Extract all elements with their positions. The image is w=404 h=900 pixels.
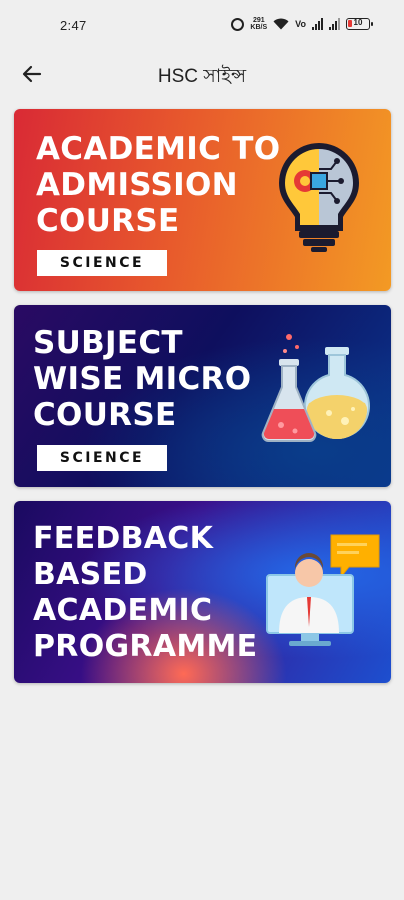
status-icons: 291 KB/S Vo 10	[231, 17, 373, 31]
lab-flasks-icon	[261, 334, 370, 442]
volte-indicator: Vo	[295, 19, 306, 29]
card-title: FEEDBACK BASED ACADEMIC PROGRAMME	[33, 521, 258, 664]
network-speed: 291 KB/S	[250, 17, 268, 31]
wifi-icon	[273, 18, 289, 30]
status-time: 2:47	[60, 18, 87, 33]
lightbulb-gear-circuit-icon	[279, 143, 359, 252]
page-title: HSC সাইন্স	[157, 66, 247, 87]
course-card-subject-wise-micro[interactable]: SUBJECT WISE MICRO COURSE SCIENCE	[14, 305, 391, 487]
card-tag: SCIENCE	[37, 250, 167, 276]
signal-icon	[312, 18, 323, 30]
status-bar: 2:47 291 KB/S Vo 10	[0, 0, 404, 52]
course-card-academic-to-admission[interactable]: ACADEMIC TO ADMISSION COURSE SCIENCE	[14, 109, 391, 291]
signal-icon-2	[329, 18, 340, 30]
battery-icon: 10	[346, 18, 373, 30]
battery-percent: 10	[353, 18, 363, 27]
alarm-icon	[231, 17, 245, 31]
course-card-feedback-based-academic[interactable]: FEEDBACK BASED ACADEMIC PROGRAMME	[14, 501, 391, 683]
card-tag: SCIENCE	[37, 445, 167, 471]
card-title: SUBJECT WISE MICRO COURSE	[33, 325, 252, 433]
online-teacher-chat-icon	[266, 534, 380, 646]
app-bar: HSC সাইন্স	[0, 52, 404, 96]
card-title: ACADEMIC TO ADMISSION COURSE	[36, 131, 281, 239]
